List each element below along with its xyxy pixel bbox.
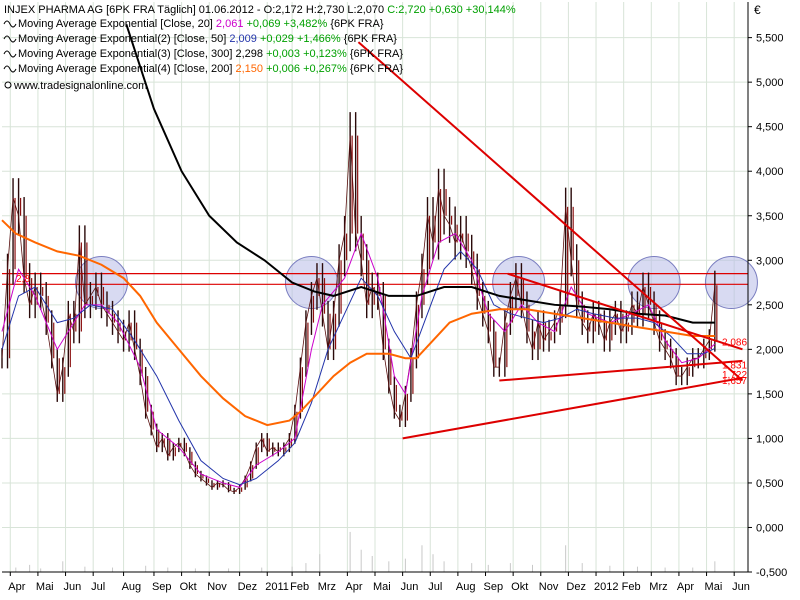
legend-entry: Moving Average Exponential(4) [Close, 20… <box>18 63 403 75</box>
y-tick-label: 4,500 <box>756 122 784 134</box>
chart-title-part: O:2,172 <box>264 4 303 16</box>
x-tick-label: Apr <box>8 581 25 593</box>
chart-title-part: INJEX PHARMA AG [6PK FRA Täglich] 01.06.… <box>4 4 264 16</box>
legend-entry-part: 2,009 <box>229 33 257 45</box>
chart-title: INJEX PHARMA AG [6PK FRA Täglich] 01.06.… <box>4 4 516 16</box>
watermark-text: www.tradesignalonline.com <box>13 80 147 92</box>
price-marker-label: 2,086 <box>722 338 747 349</box>
y-tick-label: 2,500 <box>756 300 784 312</box>
legend-entry: Moving Average Exponential(3) [Close, 30… <box>18 48 403 60</box>
legend-entry-part: +0,003 +0,123% <box>263 48 350 60</box>
left-price-label: 2,8 <box>16 274 30 285</box>
x-tick-label: Jun <box>732 581 750 593</box>
currency-label: € <box>754 3 761 17</box>
x-tick-label: 2011 <box>265 581 289 593</box>
legend-entry-part: {6PK FRA} <box>330 18 384 30</box>
x-tick-label: Jun <box>64 581 82 593</box>
x-tick-label: Okt <box>180 581 197 593</box>
y-tick-label: 2,000 <box>756 344 784 356</box>
legend-entry-part: 2,298 <box>235 48 263 60</box>
x-tick-label: Apr <box>345 581 362 593</box>
chart-title-part: L:2,070 <box>344 4 384 16</box>
x-tick-label: Sep <box>152 581 172 593</box>
legend-entry-part: Moving Average Exponential [Close, 20] <box>18 18 216 30</box>
y-tick-label: 3,000 <box>756 255 784 267</box>
y-tick-label: 3,500 <box>756 211 784 223</box>
legend-entry-part: {6PK FRA} <box>344 33 398 45</box>
x-tick-label: Jul <box>428 581 442 593</box>
x-tick-label: Feb <box>622 581 641 593</box>
x-tick-label: Mai <box>36 581 54 593</box>
y-tick-label: 5,500 <box>756 33 784 45</box>
y-tick-label: 0,500 <box>756 478 784 490</box>
x-tick-label: Mai <box>373 581 391 593</box>
x-tick-label: 2012 <box>594 581 618 593</box>
x-tick-label: Aug <box>456 581 476 593</box>
legend-entry-part: Moving Average Exponential(3) [Close, 30… <box>18 48 235 60</box>
legend-entry-part: +0,029 +1,466% <box>257 33 344 45</box>
legend-entry-part: 2,061 <box>216 18 244 30</box>
legend-entry-part: Moving Average Exponential(4) [Close, 20… <box>18 63 235 75</box>
y-tick-label: 1,000 <box>756 433 784 445</box>
x-tick-label: Dez <box>238 581 258 593</box>
x-tick-label: Jul <box>91 581 105 593</box>
y-tick-label: 0,000 <box>756 522 784 534</box>
x-tick-label: Nov <box>539 581 559 593</box>
x-tick-label: Okt <box>511 581 528 593</box>
y-tick-label: -0,500 <box>756 567 787 579</box>
chart-title-part: +0,630 +30,144% <box>426 4 516 16</box>
y-tick-label: 5,000 <box>756 77 784 89</box>
x-tick-label: Mrz <box>649 581 667 593</box>
x-tick-label: Dez <box>566 581 586 593</box>
x-tick-label: Mai <box>705 581 723 593</box>
x-tick-label: Mrz <box>318 581 336 593</box>
legend-entry: Moving Average Exponential(2) [Close, 50… <box>18 33 397 45</box>
chart-title-part: C:2,720 <box>384 4 426 16</box>
legend-entry-part: {6PK FRA} <box>350 63 404 75</box>
x-tick-label: Jun <box>401 581 419 593</box>
x-tick-label: Sep <box>484 581 504 593</box>
chart-title-part: H:2,730 <box>303 4 345 16</box>
x-tick-label: Feb <box>290 581 309 593</box>
legend-entry-part: Moving Average Exponential(2) [Close, 50… <box>18 33 229 45</box>
price-marker-label: 1,657 <box>722 376 747 387</box>
legend-entry-part: {6PK FRA} <box>350 48 404 60</box>
y-tick-label: 1,500 <box>756 389 784 401</box>
legend-entry: Moving Average Exponential [Close, 20] 2… <box>18 18 384 30</box>
y-tick-label: 4,000 <box>756 166 784 178</box>
x-tick-label: Nov <box>207 581 227 593</box>
legend-entry-part: +0,006 +0,267% <box>263 63 350 75</box>
legend-entry-part: 2,150 <box>235 63 263 75</box>
x-tick-label: Aug <box>122 581 142 593</box>
x-tick-label: Apr <box>677 581 694 593</box>
legend-entry-part: +0,069 +3,482% <box>243 18 330 30</box>
stock-chart: 5,500 5,000 4,500 4,000 3,500 3,000 2,500 2,000… <box>0 0 800 600</box>
